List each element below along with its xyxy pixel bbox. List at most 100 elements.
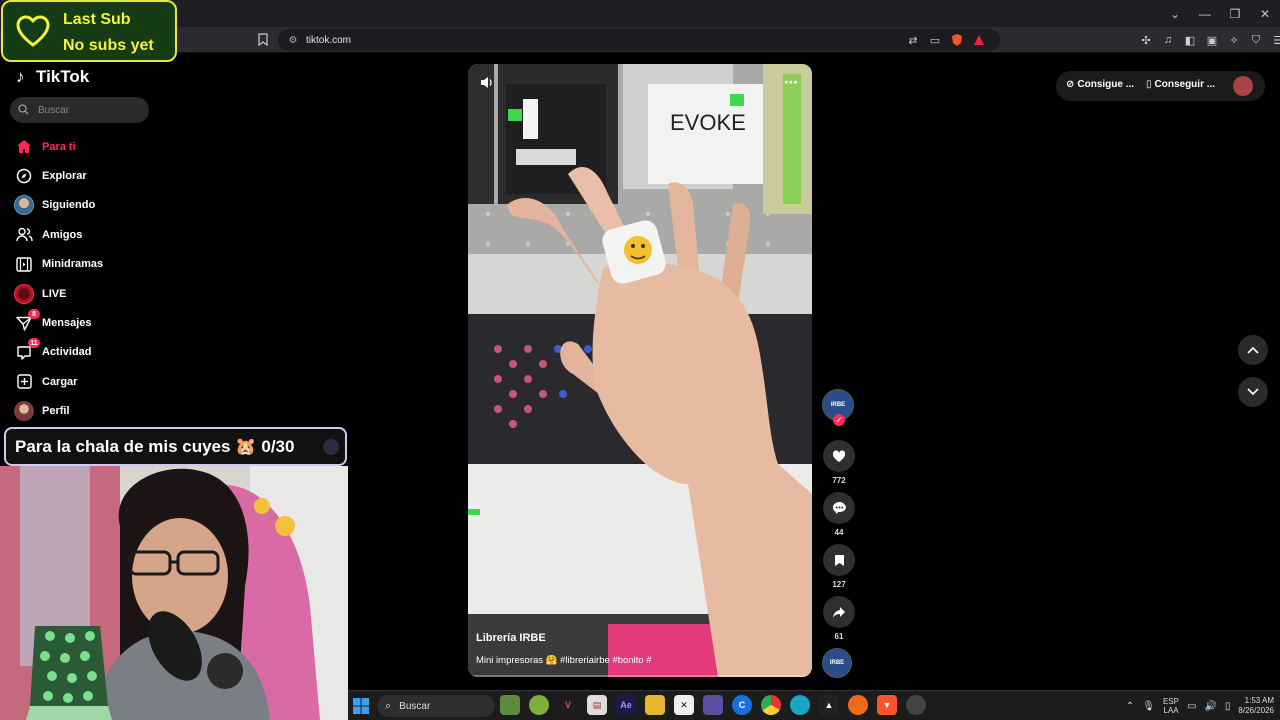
like-button[interactable]	[823, 440, 855, 472]
after-effects-icon[interactable]: Ae	[616, 695, 636, 715]
media-icon[interactable]: ♫	[1160, 32, 1176, 48]
sidebar-item-label: Mensajes	[42, 317, 92, 330]
bookmark-icon[interactable]	[258, 33, 270, 47]
volume-icon[interactable]	[480, 76, 496, 90]
sidebar-item-actividad[interactable]: 11 Actividad	[13, 338, 173, 367]
sidebar-item-label: Perfil	[42, 405, 70, 418]
menu-icon[interactable]: ☰	[1270, 32, 1280, 48]
capcut-icon[interactable]: ✕	[674, 695, 694, 715]
sidebar-item-label: Explorar	[42, 170, 87, 183]
tiktok-note-icon: ♪	[16, 67, 25, 86]
coin-icon: ⊘	[1066, 79, 1075, 90]
extensions-icon[interactable]: ✣	[1138, 32, 1154, 48]
video-progress-bar[interactable]	[468, 675, 812, 677]
sound-avatar[interactable]: IRBE	[822, 648, 852, 678]
save-button[interactable]	[823, 544, 855, 576]
app-extra-icon[interactable]	[906, 695, 926, 715]
get-app-button[interactable]: ▯ Conseguir ...	[1146, 79, 1215, 90]
last-sub-name: No subs yet	[63, 37, 154, 54]
app-green-icon[interactable]	[529, 695, 549, 715]
get-app-label: Conseguir ...	[1154, 79, 1216, 90]
close-icon[interactable]: ✕	[1250, 0, 1280, 27]
language-line1: ESP	[1162, 697, 1179, 706]
firefox-icon[interactable]	[848, 695, 868, 715]
restore-icon[interactable]: ❐	[1220, 0, 1250, 27]
get-coins-label: Consigue ...	[1077, 79, 1135, 90]
next-video-button[interactable]	[1238, 377, 1268, 407]
windows-start-icon[interactable]	[353, 698, 369, 714]
tray-overflow-icon[interactable]: ⌃	[1126, 701, 1134, 712]
tiktok-brand: TikTok	[36, 67, 90, 86]
taskbar-search-label: Buscar	[399, 700, 431, 712]
network-icon[interactable]: ▭	[1187, 701, 1196, 712]
search-input[interactable]: Buscar	[10, 97, 149, 123]
language-line2: LAA	[1163, 706, 1179, 715]
sidebar-item-minidramas[interactable]: Minidramas	[13, 250, 173, 279]
search-icon	[18, 104, 30, 116]
activity-badge: 11	[28, 338, 40, 349]
sidebar-item-amigos[interactable]: Amigos	[13, 220, 173, 249]
get-coins-button[interactable]: ⊘ Consigue ...	[1066, 79, 1134, 90]
clock[interactable]: 1:53 AM 8/26/2026	[1238, 696, 1274, 716]
obs-icon[interactable]: ▲	[819, 695, 839, 715]
site-settings-icon[interactable]: ⚙	[286, 33, 300, 47]
sidebar-item-live[interactable]: LIVE	[13, 279, 173, 308]
cast-icon[interactable]: ▭	[927, 32, 943, 48]
edge-icon[interactable]	[790, 695, 810, 715]
window-controls: ⌄ — ❐ ✕	[1160, 0, 1280, 27]
app-doc-icon[interactable]: ▤	[587, 695, 607, 715]
battery-icon[interactable]: ▯	[1225, 701, 1231, 712]
clock-time: 1:53 AM	[1244, 696, 1274, 705]
more-options-icon[interactable]: ⋯	[784, 74, 798, 91]
sidebar-icon[interactable]: ◧	[1182, 32, 1198, 48]
taskbar-search[interactable]: ⌕ Buscar	[377, 695, 495, 717]
tiktok-logo[interactable]: ♪ TikTok	[16, 67, 89, 87]
browser-titlebar: ⌄ — ❐ ✕	[0, 0, 1280, 27]
comment-button[interactable]	[823, 492, 855, 524]
previous-video-button[interactable]	[1238, 335, 1268, 365]
minimize-icon[interactable]: —	[1190, 0, 1220, 27]
heart-icon	[16, 15, 50, 47]
chrome-icon[interactable]	[761, 695, 781, 715]
microphone-icon[interactable]: 🎙	[1142, 701, 1155, 712]
rewards-icon[interactable]	[971, 32, 987, 48]
comment-icon	[832, 502, 846, 514]
translate-icon[interactable]: ⇄	[905, 32, 921, 48]
sidebar-item-para-ti[interactable]: Para ti	[13, 132, 173, 161]
phone-icon: ▯	[1146, 79, 1152, 90]
video-author[interactable]: Librería IRBE	[476, 632, 546, 644]
file-explorer-icon[interactable]	[645, 695, 665, 715]
sidebar-nav: Para ti Explorar Siguiendo Amigos Minidr…	[13, 132, 173, 426]
sidebar-item-mensajes[interactable]: 8 Mensajes	[13, 308, 173, 337]
sidebar-item-siguiendo[interactable]: Siguiendo	[13, 191, 173, 220]
valorant-icon[interactable]: V	[558, 695, 578, 715]
brave-shields-icon[interactable]	[949, 32, 965, 48]
vpn-shield-icon[interactable]: ⛉	[1248, 32, 1264, 48]
profile-avatar[interactable]	[1233, 76, 1253, 96]
bookmark-icon	[834, 554, 844, 566]
app-purple-icon[interactable]	[703, 695, 723, 715]
tab-list-chevron-icon[interactable]: ⌄	[1160, 0, 1190, 27]
volume-icon[interactable]: 🔊	[1204, 701, 1216, 712]
app-c-icon[interactable]: C	[732, 695, 752, 715]
home-icon	[13, 136, 35, 158]
sidebar-item-cargar[interactable]: Cargar	[13, 367, 173, 396]
brave-icon[interactable]: ▼	[877, 695, 897, 715]
wallet-icon[interactable]: ▣	[1204, 32, 1220, 48]
address-tools-right: ✣ ♫ ◧ ▣ ✧ ⛉ ☰	[1138, 31, 1280, 49]
sidebar-item-perfil[interactable]: Perfil	[13, 397, 173, 426]
video-player[interactable]: EVOKE ⋯ Librería IRBE Mini impresoras 🤗 …	[468, 64, 812, 677]
profile-avatar	[13, 400, 35, 422]
upload-icon	[13, 371, 35, 393]
leo-ai-icon[interactable]: ✧	[1226, 32, 1242, 48]
sidebar-item-label: Minidramas	[42, 258, 104, 271]
video-frame: EVOKE	[468, 64, 812, 677]
widgets-icon[interactable]	[500, 695, 520, 715]
sidebar-item-label: Para ti	[42, 140, 76, 153]
language-indicator[interactable]: ESP LAA	[1163, 697, 1179, 715]
url-field[interactable]: ⚙ tiktok.com	[278, 29, 1000, 51]
compass-icon	[13, 165, 35, 187]
share-button[interactable]	[823, 596, 855, 628]
follow-plus-icon[interactable]: ✓	[833, 414, 845, 426]
sidebar-item-explorar[interactable]: Explorar	[13, 161, 173, 190]
